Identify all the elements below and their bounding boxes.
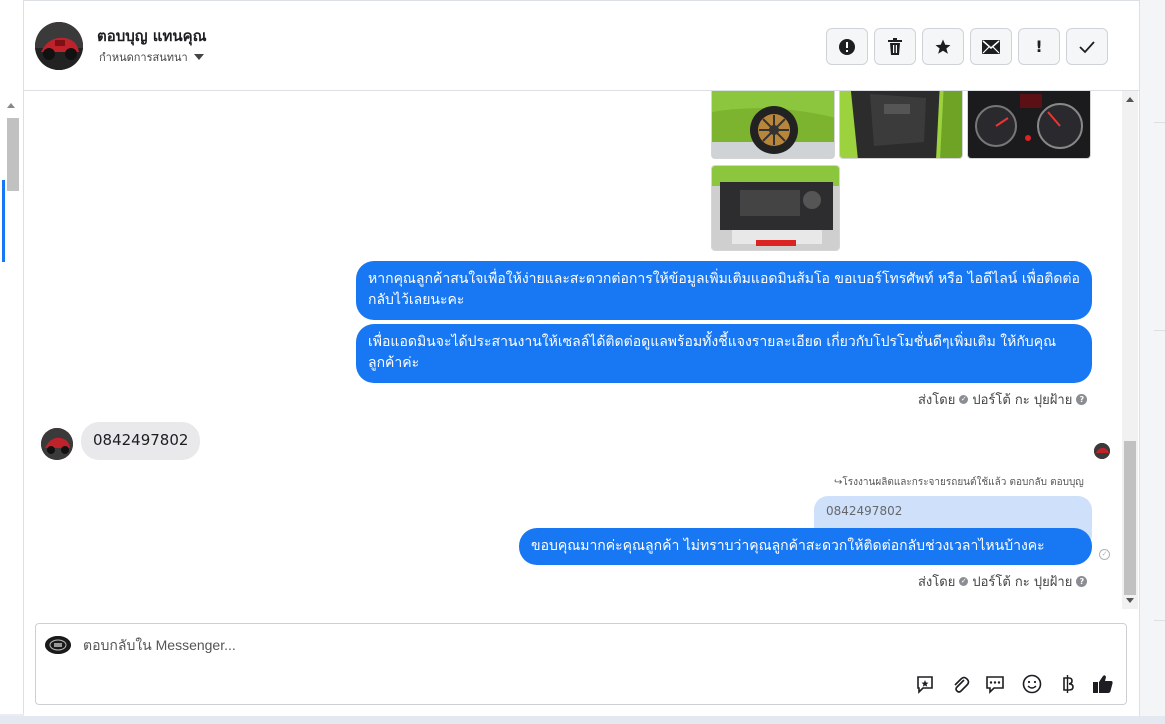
assign-conversation-dropdown[interactable]: กำหนดการสนทนา	[99, 48, 204, 66]
report-button[interactable]	[826, 28, 868, 65]
read-receipt-icon: ✓	[1099, 549, 1110, 560]
scroll-up-arrow[interactable]	[7, 103, 15, 108]
scroll-up-arrow[interactable]	[1126, 97, 1134, 102]
outgoing-message[interactable]: เพื่อแอดมินจะได้ประสานงานให้เซลล์ได้ติดต…	[356, 324, 1092, 383]
saved-reply-icon[interactable]	[913, 672, 937, 696]
left-scrollbar-thumb[interactable]	[7, 118, 19, 191]
contact-name[interactable]: ตอบบุญ แทนคุณ	[97, 24, 207, 48]
verified-icon: ✓	[959, 577, 969, 586]
reply-composer	[35, 623, 1127, 705]
star-icon	[935, 39, 951, 54]
attachment-icon[interactable]	[948, 672, 972, 696]
scroll-down-arrow[interactable]	[1126, 598, 1134, 603]
right-panel-edge	[1139, 0, 1165, 724]
important-icon: !	[1035, 37, 1043, 56]
important-button[interactable]: !	[1018, 28, 1060, 65]
check-icon	[1079, 40, 1095, 53]
sent-by-prefix: ส่งโดย	[918, 393, 956, 408]
mail-icon	[982, 39, 1000, 54]
message-scrollbar[interactable]	[1122, 91, 1138, 609]
star-button[interactable]	[922, 28, 964, 65]
car-door-photo[interactable]	[839, 91, 963, 159]
seen-avatar	[1094, 443, 1110, 459]
sent-by-name[interactable]: ปอร์โต้ กะ ปุยฝ้าย	[972, 389, 1072, 410]
sent-by-info: ส่งโดย ✓ ปอร์โต้ กะ ปุยฝ้าย ?	[918, 389, 1088, 410]
contact-avatar[interactable]	[35, 22, 83, 70]
conversation-header: ตอบบุญ แทนคุณ กำหนดการสนทนา !	[24, 1, 1139, 91]
scrollbar-thumb[interactable]	[1124, 441, 1136, 595]
car-engine-photo[interactable]	[711, 165, 840, 251]
sent-by-name[interactable]: ปอร์โต้ กะ ปุยฝ้าย	[972, 571, 1072, 592]
car-wheel-photo[interactable]	[711, 91, 835, 159]
assign-label: กำหนดการสนทนา	[99, 51, 188, 64]
conversation-panel: ตอบบุญ แทนคุณ กำหนดการสนทนา ! หากคุณลูกค…	[24, 0, 1139, 716]
delete-button[interactable]	[874, 28, 916, 65]
window-bottom-edge	[0, 716, 1165, 724]
outgoing-message[interactable]: ขอบคุณมากค่ะคุณลูกค้า ไม่ทราบว่าคุณลูกค้…	[519, 528, 1092, 565]
caret-down-icon	[193, 54, 204, 60]
reply-context-note: ↪โรงงานผลิตและกระจายรถยนต์ใช้แล้ว ตอบกลั…	[834, 477, 1084, 488]
outgoing-message[interactable]: หากคุณลูกค้าสนใจเพื่อให้ง่ายและสะดวกต่อก…	[356, 261, 1092, 320]
incoming-message[interactable]: 0842497802	[81, 422, 201, 460]
page-avatar	[45, 636, 71, 654]
contact-avatar-small[interactable]	[41, 428, 73, 460]
verified-icon: ✓	[959, 395, 969, 404]
reply-input[interactable]	[83, 637, 883, 653]
sent-by-prefix: ส่งโดย	[918, 575, 956, 590]
help-icon[interactable]: ?	[1076, 394, 1088, 405]
like-icon[interactable]	[1091, 672, 1115, 696]
mark-done-button[interactable]	[1066, 28, 1108, 65]
report-icon	[839, 38, 855, 55]
emoji-icon[interactable]	[1020, 672, 1044, 696]
trash-icon	[888, 37, 902, 55]
mark-unread-button[interactable]	[970, 28, 1012, 65]
sent-by-info: ส่งโดย ✓ ปอร์โต้ กะ ปุยฝ้าย ?	[918, 571, 1088, 592]
chat-icon[interactable]	[983, 672, 1007, 696]
left-panel-edge	[0, 0, 24, 714]
message-list[interactable]: หากคุณลูกค้าสนใจเพื่อให้ง่ายและสะดวกต่อก…	[24, 91, 1122, 609]
selected-indicator	[2, 180, 5, 262]
baht-icon[interactable]	[1056, 672, 1080, 696]
help-icon[interactable]: ?	[1076, 576, 1088, 587]
car-dashboard-photo[interactable]	[967, 91, 1091, 159]
